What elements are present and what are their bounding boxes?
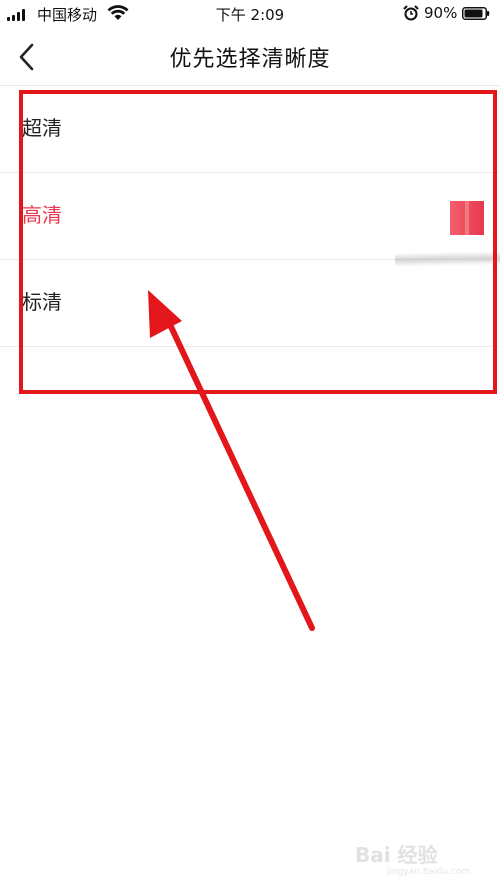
nav-bar: 优先选择清晰度 — [0, 28, 500, 86]
annotation-box — [19, 90, 497, 394]
page-title: 优先选择清晰度 — [169, 47, 331, 72]
battery-percent: 90% — [424, 4, 458, 22]
alarm-icon — [403, 5, 419, 21]
status-bar: 中国移动 下午 2:09 90% — [0, 0, 500, 28]
watermark: Bai 经验 jingyan.baidu.com — [355, 833, 495, 883]
watermark-logo: Bai 经验 — [355, 843, 438, 867]
watermark-url: jingyan.baidu.com — [387, 867, 471, 877]
battery-icon — [462, 7, 490, 20]
